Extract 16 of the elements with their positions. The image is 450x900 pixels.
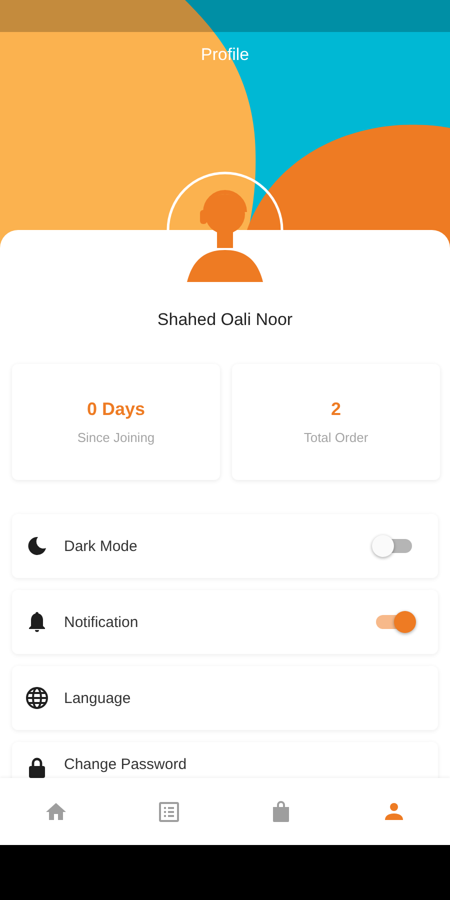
settings-row[interactable]: Change Password xyxy=(12,742,438,778)
stat-label: Since Joining xyxy=(77,430,155,445)
stat-value: 0 Days xyxy=(86,399,146,420)
globe-icon xyxy=(25,686,49,710)
settings-label: Dark Mode xyxy=(64,538,138,554)
settings-row[interactable]: Language xyxy=(12,666,438,730)
settings-row[interactable]: Dark Mode xyxy=(12,514,438,578)
settings-label: Language xyxy=(64,690,131,706)
list-icon xyxy=(156,800,181,824)
stat-value: 2 xyxy=(330,399,341,420)
user-name: Shahed Oali Noor xyxy=(157,310,293,330)
stat-label: Total Order xyxy=(304,430,368,445)
settings-row[interactable]: Notification xyxy=(12,590,438,654)
moon-icon xyxy=(25,534,49,558)
settings-label: Notification xyxy=(64,614,138,630)
settings-label: Change Password xyxy=(64,756,187,773)
